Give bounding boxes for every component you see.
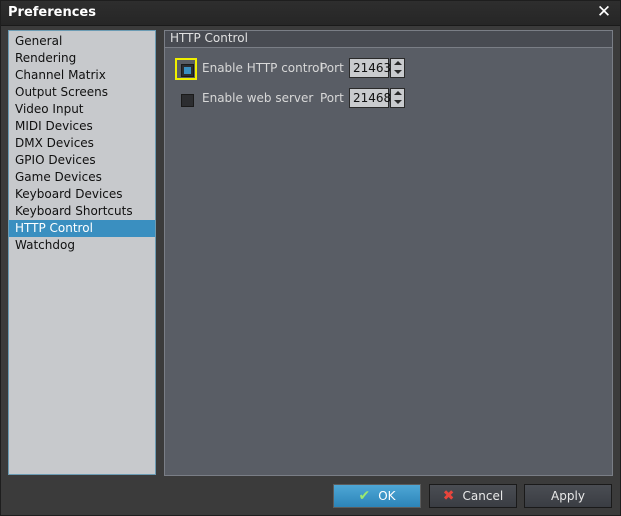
apply-label: Apply — [551, 489, 585, 503]
preferences-window: Preferences ✕ General Rendering Channel … — [0, 0, 621, 516]
sidebar-item-channel-matrix[interactable]: Channel Matrix — [9, 67, 155, 84]
web-port-label: Port — [320, 91, 344, 105]
cancel-button[interactable]: ✖ Cancel — [429, 484, 517, 508]
close-icon[interactable]: ✕ — [596, 4, 612, 21]
web-server-row: Enable web server Port 21468 — [165, 88, 612, 110]
settings-panel: HTTP Control Enable HTTP control Port 21… — [164, 30, 613, 476]
checkbox-checked-icon — [181, 64, 194, 77]
http-port-spinner — [390, 58, 405, 78]
sidebar-item-http-control[interactable]: HTTP Control — [9, 220, 155, 237]
web-port-spinner — [390, 88, 405, 108]
sidebar-item-game-devices[interactable]: Game Devices — [9, 169, 155, 186]
sidebar-item-general[interactable]: General — [9, 33, 155, 50]
checkmark-icon: ✔ — [358, 488, 371, 504]
http-port-label: Port — [320, 61, 344, 75]
web-port-input[interactable]: 21468 — [349, 88, 391, 108]
enable-web-server-label: Enable web server — [202, 91, 314, 105]
preferences-category-list: General Rendering Channel Matrix Output … — [8, 30, 156, 475]
cancel-x-icon: ✖ — [442, 488, 455, 504]
ok-label: OK — [378, 489, 396, 503]
sidebar-item-keyboard-shortcuts[interactable]: Keyboard Shortcuts — [9, 203, 155, 220]
sidebar-item-watchdog[interactable]: Watchdog — [9, 237, 155, 254]
enable-web-server-checkbox[interactable] — [175, 88, 197, 110]
checkbox-unchecked-icon — [181, 94, 194, 107]
spin-down-icon[interactable] — [391, 98, 404, 107]
window-title: Preferences — [8, 5, 96, 20]
spin-up-icon[interactable] — [391, 59, 404, 68]
sidebar-item-dmx-devices[interactable]: DMX Devices — [9, 135, 155, 152]
sidebar-item-rendering[interactable]: Rendering — [9, 50, 155, 67]
sidebar-item-output-screens[interactable]: Output Screens — [9, 84, 155, 101]
title-bar: Preferences ✕ — [1, 1, 620, 26]
sidebar-item-gpio-devices[interactable]: GPIO Devices — [9, 152, 155, 169]
sidebar-item-midi-devices[interactable]: MIDI Devices — [9, 118, 155, 135]
http-control-row: Enable HTTP control Port 21463 — [165, 58, 612, 80]
enable-http-label: Enable HTTP control — [202, 61, 323, 75]
apply-button[interactable]: Apply — [524, 484, 612, 508]
cancel-label: Cancel — [462, 489, 504, 503]
ok-button[interactable]: ✔ OK — [333, 484, 421, 508]
spin-down-icon[interactable] — [391, 68, 404, 77]
enable-http-checkbox[interactable] — [175, 58, 197, 80]
spin-up-icon[interactable] — [391, 89, 404, 98]
sidebar-item-keyboard-devices[interactable]: Keyboard Devices — [9, 186, 155, 203]
panel-title: HTTP Control — [165, 31, 612, 48]
sidebar-item-video-input[interactable]: Video Input — [9, 101, 155, 118]
http-port-input[interactable]: 21463 — [349, 58, 391, 78]
